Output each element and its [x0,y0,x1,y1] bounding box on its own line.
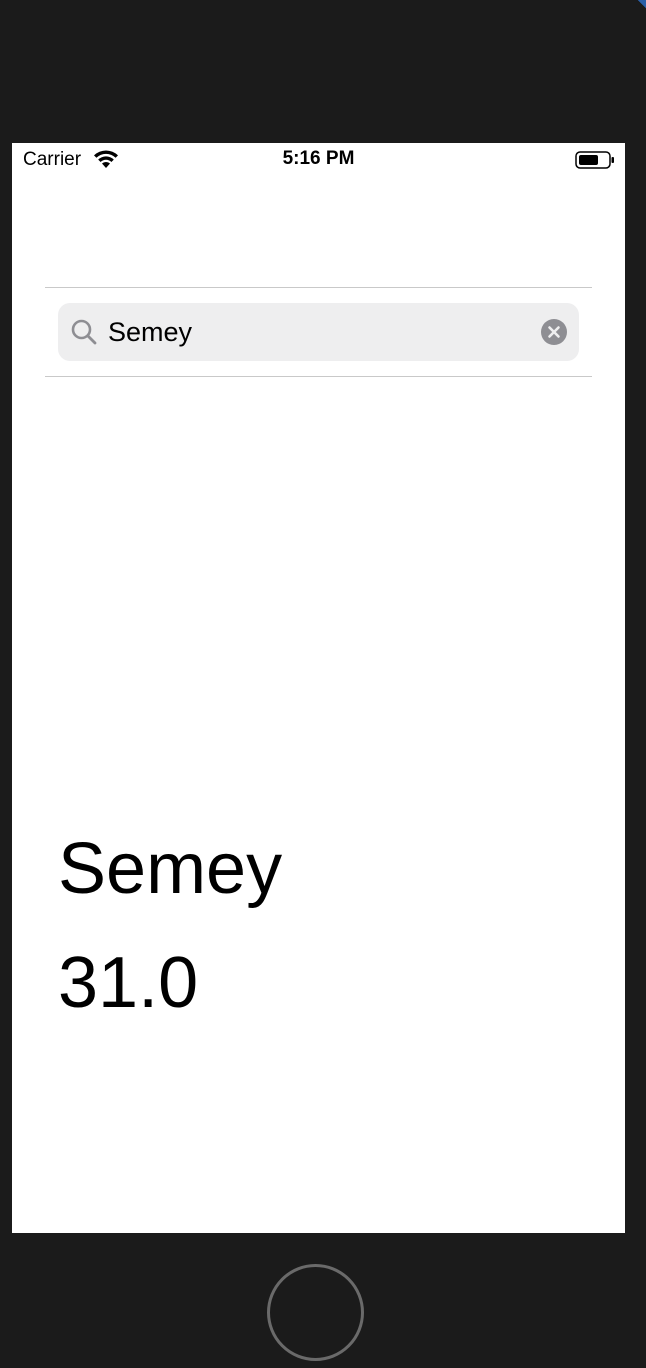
status-bar: Carrier 5:16 PM [12,143,625,177]
search-field[interactable] [58,303,579,361]
temperature-value: 31.0 [58,943,199,1023]
phone-screen: Carrier 5:16 PM Semey Semey 31.0 [12,143,625,1233]
search-icon [71,319,97,345]
status-time: 5:16 PM [282,148,355,169]
home-button[interactable] [267,1264,364,1361]
corner-accent [632,0,646,14]
search-bar [45,287,592,377]
city-name: Semey [58,829,283,909]
search-input[interactable] [108,303,528,361]
battery-icon [575,151,614,169]
device-frame: Carrier 5:16 PM Semey Semey 31.0 [0,0,646,1368]
clear-icon[interactable] [541,319,567,345]
